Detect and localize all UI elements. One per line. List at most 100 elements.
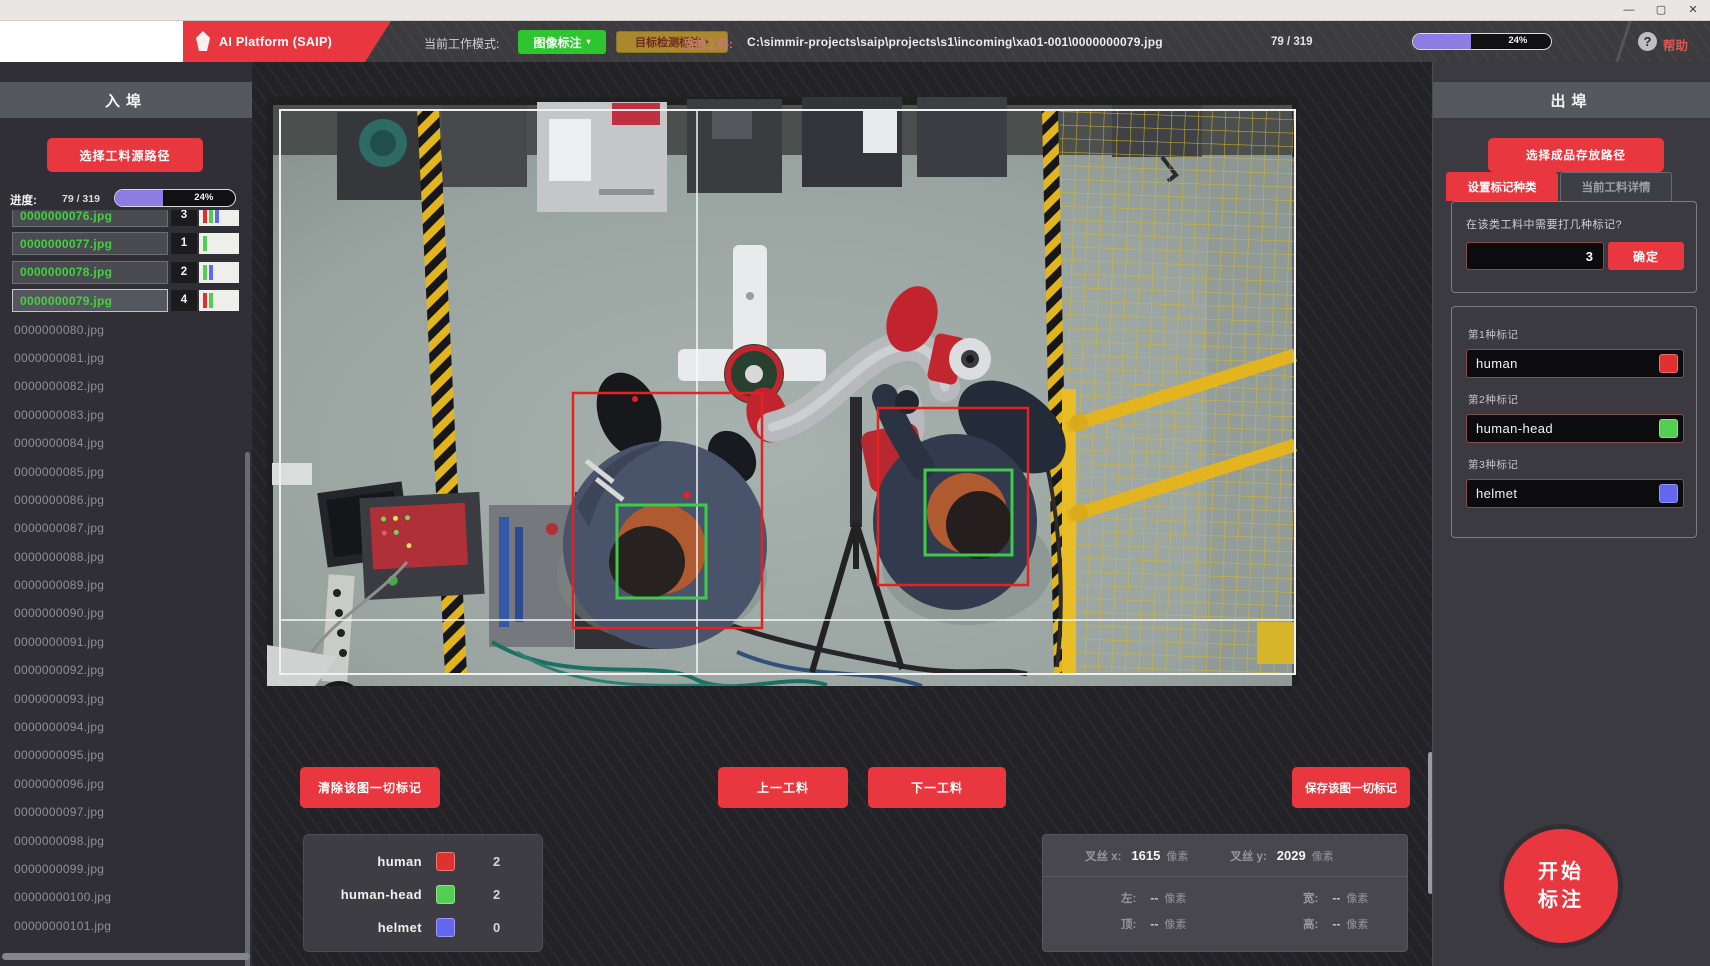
crosshair-x-value: 1615	[1131, 848, 1160, 863]
file-list-item[interactable]: 00000000101.jpg	[0, 914, 244, 938]
mark-type-label: 第2种标记	[1468, 392, 1684, 407]
annotation-workspace: 清除该图一切标记 上一工料 下一工料 保存该图一切标记 human 2 huma…	[252, 62, 1432, 966]
file-list-item[interactable]: 0000000089.jpg	[0, 573, 244, 597]
file-list-item[interactable]: 0000000090.jpg	[0, 601, 244, 625]
mark-type-value: helmet	[1476, 486, 1517, 501]
work-mode-label: 当前工作模式:	[424, 35, 499, 52]
brand-flame-icon	[193, 31, 213, 51]
mark-types-groupbox: 第1种标记 human 第2种标记 human-head 第3种标记 helme…	[1451, 306, 1697, 538]
file-list-item[interactable]: 0000000096.jpg	[0, 772, 244, 796]
mark-count-badge: 3	[171, 210, 197, 226]
mark-color-strip	[199, 262, 239, 283]
green-mark-bar	[209, 293, 213, 308]
mark-type-label: 第1种标记	[1468, 327, 1684, 342]
minimize-icon[interactable]: —	[1618, 2, 1640, 19]
file-list-item[interactable]: 0000000082.jpg	[0, 374, 244, 398]
legend-label: human-head	[304, 887, 422, 902]
file-list-item[interactable]: 0000000086.jpg	[0, 488, 244, 512]
progress-fill	[1413, 34, 1471, 49]
start-annotation-button[interactable]: 开始 标注	[1504, 829, 1618, 943]
file-list-item[interactable]: 0000000080.jpg	[0, 318, 244, 342]
maximize-icon[interactable]: ▢	[1650, 2, 1672, 19]
blue-mark-bar	[215, 210, 219, 223]
file-list-item[interactable]: 0000000092.jpg	[0, 658, 244, 682]
green-mark-bar	[209, 210, 213, 223]
file-list-item[interactable]: 0000000099.jpg	[0, 857, 244, 881]
mode-image-annotation-button[interactable]: 图像标注 ▾	[518, 30, 606, 54]
green-mark-bar	[203, 265, 207, 280]
mark-type-field[interactable]: human-head	[1466, 414, 1684, 443]
mark-type-value: human-head	[1476, 421, 1553, 436]
select-output-path-button[interactable]: 选择成品存放路径	[1488, 138, 1664, 172]
output-port-title: 出埠	[1433, 82, 1710, 118]
tab-set-mark-types[interactable]: 设置标记种类	[1446, 172, 1558, 201]
box-top-label: 顶:	[1121, 916, 1136, 932]
file-list-item[interactable]: 0000000076.jpg 3	[0, 210, 244, 228]
legend-color-swatch	[436, 918, 455, 937]
click-marker-dot	[684, 492, 691, 499]
annotation-canvas[interactable]	[267, 97, 1298, 686]
legend-count: 0	[493, 920, 500, 935]
mark-color-swatch[interactable]	[1659, 484, 1678, 503]
header-progress-count: 79 / 319	[1271, 36, 1313, 48]
legend-color-swatch	[436, 885, 455, 904]
legend-label: helmet	[304, 920, 422, 935]
input-port-panel: 入埠 选择工料源路径 进度: 79 / 319 24% 0000000076.j…	[0, 62, 252, 966]
mark-type-field[interactable]: helmet	[1466, 479, 1684, 508]
mark-color-strip	[199, 290, 239, 311]
workspace-photo[interactable]	[267, 97, 1298, 686]
file-list-item[interactable]: 0000000077.jpg 1	[0, 232, 244, 256]
mark-legend-panel: human 2 human-head 2 helmet 0	[303, 834, 543, 952]
file-list-item[interactable]: 0000000083.jpg	[0, 403, 244, 427]
red-mark-bar	[203, 210, 207, 223]
box-height-label: 高:	[1303, 916, 1318, 932]
close-icon[interactable]: ✕	[1682, 2, 1704, 19]
mark-color-swatch[interactable]	[1659, 419, 1678, 438]
file-list-item[interactable]: 0000000084.jpg	[0, 431, 244, 455]
file-list-item[interactable]: 0000000098.jpg	[0, 829, 244, 853]
file-list-item[interactable]: 0000000079.jpg 4	[0, 289, 244, 313]
next-file-button[interactable]: 下一工料	[868, 767, 1006, 808]
legend-row: human-head 2	[304, 878, 542, 911]
mark-count-groupbox: 在该类工料中需要打几种标记? 确定	[1451, 201, 1697, 293]
file-name: 0000000077.jpg	[20, 237, 112, 251]
vertical-scrollbar[interactable]	[245, 452, 250, 966]
box-width-label: 宽:	[1303, 890, 1318, 906]
file-name: 0000000078.jpg	[20, 265, 112, 279]
crosshair-y-label: 叉丝 y:	[1230, 848, 1266, 864]
mark-type-label: 第3种标记	[1468, 457, 1684, 472]
save-marks-button[interactable]: 保存该图一切标记	[1292, 767, 1410, 808]
file-list-item[interactable]: 0000000095.jpg	[0, 743, 244, 767]
help-icon[interactable]: ?	[1638, 32, 1657, 51]
select-source-path-button[interactable]: 选择工料源路径	[47, 138, 203, 172]
mark-type-value: human	[1476, 356, 1518, 371]
confirm-button[interactable]: 确定	[1608, 242, 1684, 270]
file-list-item[interactable]: 0000000091.jpg	[0, 630, 244, 654]
crosshair-y-value: 2029	[1277, 848, 1306, 863]
mark-type-field[interactable]: human	[1466, 349, 1684, 378]
file-list-item[interactable]: 0000000085.jpg	[0, 460, 244, 484]
current-file-path: C:\simmir-projects\saip\projects\s1\inco…	[747, 35, 1163, 49]
header-divider	[1615, 21, 1631, 62]
clear-marks-button[interactable]: 清除该图一切标记	[300, 767, 440, 808]
file-list-item[interactable]: 0000000093.jpg	[0, 687, 244, 711]
mark-color-swatch[interactable]	[1659, 354, 1678, 373]
crosshair-x-label: 叉丝 x:	[1085, 848, 1121, 864]
legend-count: 2	[493, 854, 500, 869]
file-list-item[interactable]: 0000000078.jpg 2	[0, 261, 244, 285]
horizontal-scrollbar[interactable]	[2, 953, 250, 960]
help-button[interactable]: 帮助	[1663, 35, 1688, 54]
file-list-item[interactable]: 00000000100.jpg	[0, 885, 244, 909]
file-list-item[interactable]: 0000000081.jpg	[0, 346, 244, 370]
mark-type-block: 第1种标记 human	[1466, 327, 1684, 378]
file-list-item[interactable]: 0000000094.jpg	[0, 715, 244, 739]
mark-count-input[interactable]	[1466, 242, 1604, 270]
tab-current-file-details[interactable]: 当前工料详情	[1560, 172, 1672, 201]
file-list-item[interactable]: 0000000087.jpg	[0, 516, 244, 540]
mark-type-block: 第3种标记 helmet	[1466, 457, 1684, 508]
file-list-item[interactable]: 0000000097.jpg	[0, 800, 244, 824]
current-file-label: 当前工料:	[683, 36, 733, 52]
previous-file-button[interactable]: 上一工料	[718, 767, 848, 808]
file-list-item[interactable]: 0000000088.jpg	[0, 545, 244, 569]
box-width-value: --	[1332, 891, 1340, 905]
